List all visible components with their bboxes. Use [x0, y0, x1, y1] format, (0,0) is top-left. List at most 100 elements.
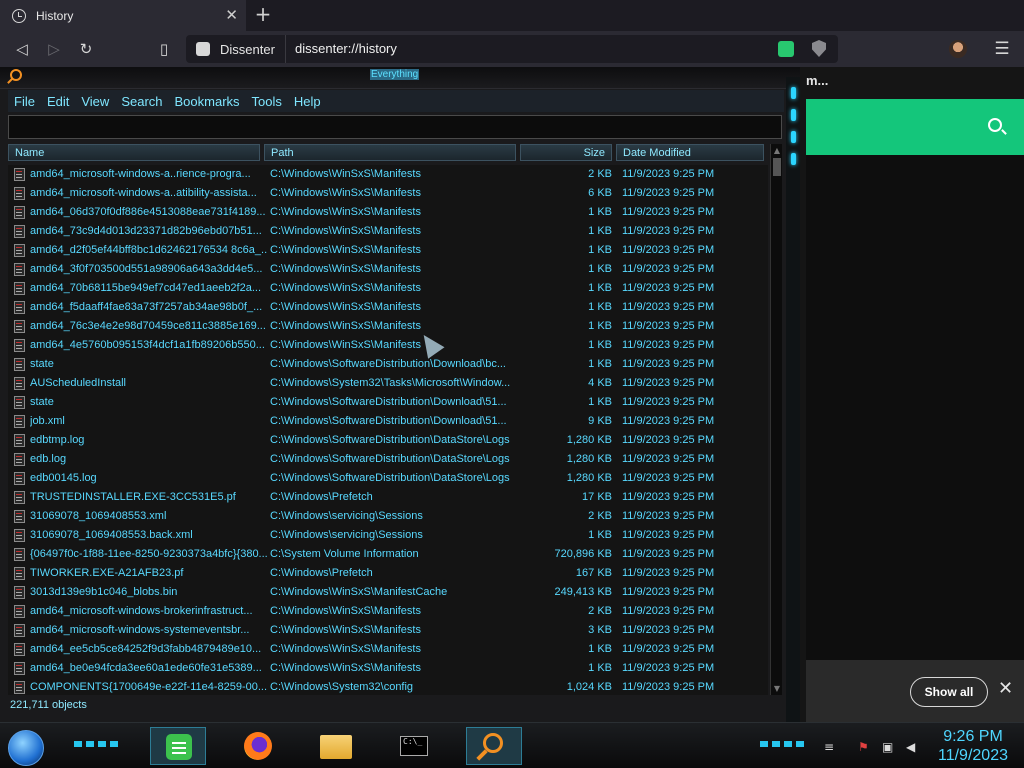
table-row[interactable]: amd64_microsoft-windows-a..atibility-ass… — [8, 184, 768, 203]
dissenter-extension-icon[interactable] — [778, 41, 794, 57]
table-row[interactable]: state C:\Windows\SoftwareDistribution\Dow… — [8, 393, 768, 412]
close-tab-icon[interactable]: ✕ — [225, 6, 238, 24]
scroll-up-arrow-icon[interactable]: ▲ — [772, 146, 782, 155]
table-row[interactable]: edb00145.log C:\Windows\SoftwareDistribut… — [8, 469, 768, 488]
cell-date: 11/9/2023 9:25 PM — [622, 643, 715, 655]
cell-name: amd64_ee5cb5ce84252f9d3fabb4879489e10... — [30, 643, 262, 655]
table-row[interactable]: amd64_ee5cb5ce84252f9d3fabb4879489e10...… — [8, 640, 768, 659]
table-row[interactable]: AUScheduledInstall C:\Windows\System32\Ta… — [8, 374, 768, 393]
cell-size: 1 KB — [588, 339, 612, 351]
url-text[interactable]: dissenter://history — [295, 41, 397, 56]
system-clock[interactable]: 9:26 PM 11/9/2023 — [930, 727, 1016, 765]
cell-path: C:\Windows\WinSxS\Manifests — [270, 301, 421, 313]
reload-button[interactable]: ↻ — [75, 38, 97, 60]
volume-icon[interactable]: ◀ — [906, 740, 920, 754]
column-header-size[interactable]: Size — [520, 144, 612, 161]
tab-history[interactable]: History ✕ — [0, 0, 246, 31]
file-icon — [14, 301, 25, 314]
cell-name: amd64_microsoft-windows-brokerinfrastruc… — [30, 605, 253, 617]
column-header-name[interactable]: Name — [8, 144, 260, 161]
search-input[interactable] — [8, 115, 782, 139]
table-row[interactable]: 31069078_1069408553.xml C:\Windows\servic… — [8, 507, 768, 526]
menu-search[interactable]: Search — [121, 94, 162, 109]
cell-size: 1,024 KB — [566, 681, 612, 693]
table-row[interactable]: state C:\Windows\SoftwareDistribution\Dow… — [8, 355, 768, 374]
cell-name: edb00145.log — [30, 472, 97, 484]
new-tab-button[interactable]: + — [252, 3, 274, 25]
window-title-bar[interactable]: Everything — [0, 67, 800, 89]
bookmark-icon[interactable]: ▯ — [153, 38, 175, 60]
cell-date: 11/9/2023 9:25 PM — [622, 624, 715, 636]
file-icon — [14, 358, 25, 371]
table-row[interactable]: {06497f0c-1f88-11ee-8250-9230373a4bfc}{3… — [8, 545, 768, 564]
table-row[interactable]: 31069078_1069408553.back.xml C:\Windows\s… — [8, 526, 768, 545]
show-hidden-icons-icon[interactable]: ≡ — [824, 740, 838, 754]
cell-path: C:\Windows\WinSxS\Manifests — [270, 244, 421, 256]
menu-tools[interactable]: Tools — [252, 94, 282, 109]
table-row[interactable]: TIWORKER.EXE-A21AFB23.pf C:\Windows\Prefe… — [8, 564, 768, 583]
cell-path: C:\Windows\SoftwareDistribution\Download… — [270, 358, 506, 370]
file-icon — [14, 244, 25, 257]
table-row[interactable]: amd64_06d370f0df886e4513088eae731f4189..… — [8, 203, 768, 222]
file-icon — [14, 453, 25, 466]
taskbar-command-prompt[interactable]: C:\_ — [386, 727, 442, 765]
column-header-path[interactable]: Path — [264, 144, 516, 161]
clock-date: 11/9/2023 — [938, 747, 1008, 764]
table-row[interactable]: amd64_70b68115be949ef7cd47ed1aeeb2f2a...… — [8, 279, 768, 298]
show-all-button[interactable]: Show all — [910, 677, 988, 707]
menu-file[interactable]: File — [14, 94, 35, 109]
cell-name: 31069078_1069408553.xml — [30, 510, 167, 522]
table-row[interactable]: amd64_3f0f703500d551a98906a643a3dd4e5...… — [8, 260, 768, 279]
avatar[interactable] — [949, 40, 967, 58]
table-row[interactable]: amd64_76c3e4e2e98d70459ce811c3885e169...… — [8, 317, 768, 336]
menu-icon[interactable]: ☰ — [992, 39, 1012, 59]
cell-date: 11/9/2023 9:25 PM — [622, 339, 715, 351]
network-icon[interactable]: ▣ — [882, 740, 896, 754]
table-row[interactable]: 3013d139e9b1c046_blobs.bin C:\Windows\Win… — [8, 583, 768, 602]
taskbar-file-explorer[interactable] — [308, 727, 364, 765]
table-row[interactable]: TRUSTEDINSTALLER.EXE-3CC531E5.pf C:\Windo… — [8, 488, 768, 507]
table-row[interactable]: amd64_microsoft-windows-a..rience-progra… — [8, 165, 768, 184]
table-row[interactable]: edbtmp.log C:\Windows\SoftwareDistributio… — [8, 431, 768, 450]
menu-view[interactable]: View — [81, 94, 109, 109]
taskbar-dissenter[interactable] — [150, 727, 206, 765]
table-row[interactable]: job.xml C:\Windows\SoftwareDistribution\D… — [8, 412, 768, 431]
menu-bookmarks[interactable]: Bookmarks — [175, 94, 240, 109]
cell-name: amd64_be0e94fcda3ee60a1ede60fe31e5389... — [30, 662, 262, 674]
table-row[interactable]: amd64_be0e94fcda3ee60a1ede60fe31e5389...… — [8, 659, 768, 678]
search-icon[interactable] — [988, 118, 1002, 132]
taskbar-everything[interactable] — [466, 727, 522, 765]
table-row[interactable]: amd64_4e5760b095153f4dcf1a1fb89206b550..… — [8, 336, 768, 355]
cell-size: 1,280 KB — [566, 434, 612, 446]
cell-size: 1 KB — [588, 643, 612, 655]
table-row[interactable]: amd64_73c9d4d013d23371d82b96ebd07b51... C… — [8, 222, 768, 241]
table-row[interactable]: amd64_microsoft-windows-brokerinfrastruc… — [8, 602, 768, 621]
menu-help[interactable]: Help — [294, 94, 321, 109]
frame-light-icon — [790, 153, 796, 165]
table-row[interactable]: COMPONENTS{1700649e-e22f-11e4-8259-00...… — [8, 678, 768, 695]
file-icon — [14, 225, 25, 238]
flag-icon[interactable]: ⚑ — [858, 740, 872, 754]
table-row[interactable]: edb.log C:\Windows\SoftwareDistribution\D… — [8, 450, 768, 469]
menu-bar: File Edit View Search Bookmarks Tools He… — [8, 90, 784, 112]
scroll-down-arrow-icon[interactable]: ▼ — [772, 684, 782, 693]
table-row[interactable]: amd64_d2f05ef44bff8bc1d62462176534 8c6a_… — [8, 241, 768, 260]
close-icon[interactable]: ✕ — [998, 678, 1013, 699]
forward-button[interactable]: ▷ — [43, 38, 65, 60]
start-button[interactable] — [8, 730, 44, 766]
address-bar[interactable]: Dissenter dissenter://history — [186, 35, 838, 63]
back-button[interactable]: ◁ — [11, 38, 33, 60]
page-icon — [196, 42, 210, 56]
cell-date: 11/9/2023 9:25 PM — [622, 282, 715, 294]
menu-edit[interactable]: Edit — [47, 94, 69, 109]
firefox-icon — [244, 732, 272, 760]
taskbar-firefox[interactable] — [230, 727, 286, 765]
shield-icon[interactable] — [812, 40, 826, 57]
scrollbar-thumb[interactable] — [773, 158, 781, 176]
cell-name: amd64_microsoft-windows-a..atibility-ass… — [30, 187, 257, 199]
vertical-scrollbar[interactable]: ▲ ▼ — [770, 144, 782, 695]
table-row[interactable]: amd64_f5daaff4fae83a73f7257ab34ae98b0f_.… — [8, 298, 768, 317]
column-header-date-modified[interactable]: Date Modified — [616, 144, 764, 161]
table-row[interactable]: amd64_microsoft-windows-systemeventsbr..… — [8, 621, 768, 640]
site-identity[interactable]: Dissenter — [186, 35, 286, 63]
